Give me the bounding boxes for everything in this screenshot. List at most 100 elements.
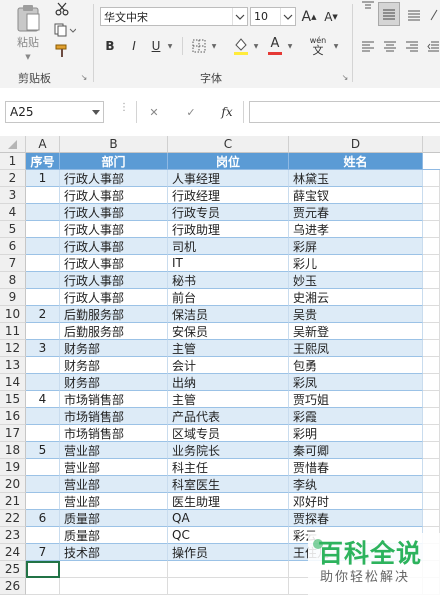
- row-header[interactable]: 25: [0, 561, 26, 578]
- row-header[interactable]: 20: [0, 476, 26, 493]
- shrink-font-button[interactable]: A ▼: [322, 7, 340, 26]
- cell[interactable]: [423, 510, 440, 527]
- font-color-icon[interactable]: A: [266, 35, 284, 57]
- cell[interactable]: 后勤服务部: [60, 306, 168, 323]
- cell[interactable]: 部门: [60, 153, 168, 170]
- cell[interactable]: QC: [168, 527, 289, 544]
- cell[interactable]: [26, 408, 60, 425]
- row-header[interactable]: 12: [0, 340, 26, 357]
- cell[interactable]: 业务院长: [168, 442, 289, 459]
- row-header[interactable]: 26: [0, 578, 26, 595]
- cell[interactable]: 薛宝钗: [289, 187, 423, 204]
- phonetic-guide-button[interactable]: wén 文: [306, 35, 330, 57]
- cell[interactable]: 行政人事部: [60, 289, 168, 306]
- cell[interactable]: 行政人事部: [60, 221, 168, 238]
- cell[interactable]: 包勇: [289, 357, 423, 374]
- align-left-icon[interactable]: [358, 37, 378, 55]
- italic-button[interactable]: I: [126, 37, 142, 55]
- copy-icon[interactable]: [52, 21, 78, 39]
- cell[interactable]: 区域专员: [168, 425, 289, 442]
- row-header[interactable]: 4: [0, 204, 26, 221]
- format-painter-icon[interactable]: [52, 42, 72, 60]
- cut-icon[interactable]: [52, 0, 72, 18]
- cell[interactable]: 秦可卿: [289, 442, 423, 459]
- cell[interactable]: 贾惜春: [289, 459, 423, 476]
- cell[interactable]: 彩凤: [289, 374, 423, 391]
- name-box[interactable]: A25: [5, 101, 104, 123]
- row-header[interactable]: 15: [0, 391, 26, 408]
- font-size-dropdown[interactable]: 10: [250, 7, 296, 26]
- cell[interactable]: [26, 323, 60, 340]
- cell[interactable]: 营业部: [60, 476, 168, 493]
- bold-button[interactable]: B: [102, 37, 118, 55]
- paste-dropdown-icon[interactable]: ▼: [22, 53, 34, 61]
- cell[interactable]: [26, 476, 60, 493]
- cell[interactable]: [60, 561, 168, 578]
- cell[interactable]: [423, 476, 440, 493]
- cell[interactable]: [26, 493, 60, 510]
- underline-button[interactable]: U: [148, 37, 164, 55]
- cell[interactable]: [26, 425, 60, 442]
- cell[interactable]: [423, 221, 440, 238]
- cell[interactable]: 彩儿: [289, 255, 423, 272]
- borders-icon[interactable]: [190, 37, 208, 55]
- align-bottom-icon[interactable]: [404, 6, 424, 24]
- cell[interactable]: 1: [26, 170, 60, 187]
- cell[interactable]: 会计: [168, 357, 289, 374]
- cell[interactable]: 营业部: [60, 442, 168, 459]
- cell[interactable]: 彩屏: [289, 238, 423, 255]
- cell[interactable]: [423, 357, 440, 374]
- row-header[interactable]: 5: [0, 221, 26, 238]
- align-middle-icon[interactable]: [378, 2, 400, 26]
- align-right-icon[interactable]: [402, 37, 422, 55]
- cell[interactable]: 市场销售部: [60, 408, 168, 425]
- row-header[interactable]: 10: [0, 306, 26, 323]
- clipboard-launcher-icon[interactable]: ↘: [79, 72, 89, 82]
- row-header[interactable]: 19: [0, 459, 26, 476]
- fill-color-dropdown-icon[interactable]: ▼: [252, 42, 260, 50]
- cell[interactable]: [26, 272, 60, 289]
- cell[interactable]: 营业部: [60, 493, 168, 510]
- column-header-a[interactable]: A: [26, 136, 60, 153]
- cell[interactable]: [26, 357, 60, 374]
- cell[interactable]: [423, 425, 440, 442]
- cell[interactable]: [423, 204, 440, 221]
- cell[interactable]: [423, 391, 440, 408]
- cell[interactable]: 主管: [168, 391, 289, 408]
- cell[interactable]: 妙玉: [289, 272, 423, 289]
- cell[interactable]: 财务部: [60, 374, 168, 391]
- row-header[interactable]: 2: [0, 170, 26, 187]
- cell[interactable]: 保洁员: [168, 306, 289, 323]
- row-header[interactable]: 23: [0, 527, 26, 544]
- cell[interactable]: 邓好时: [289, 493, 423, 510]
- borders-dropdown-icon[interactable]: ▼: [210, 42, 218, 50]
- cell[interactable]: 行政专员: [168, 204, 289, 221]
- cell[interactable]: [423, 238, 440, 255]
- cell[interactable]: [26, 578, 60, 595]
- cell[interactable]: 出纳: [168, 374, 289, 391]
- font-launcher-icon[interactable]: ↘: [340, 72, 350, 82]
- row-header[interactable]: 14: [0, 374, 26, 391]
- row-header[interactable]: 22: [0, 510, 26, 527]
- cell[interactable]: [26, 221, 60, 238]
- cell[interactable]: 后勤服务部: [60, 323, 168, 340]
- cell[interactable]: 行政助理: [168, 221, 289, 238]
- cell[interactable]: 人事经理: [168, 170, 289, 187]
- row-header[interactable]: 16: [0, 408, 26, 425]
- cell[interactable]: 彩霞: [289, 408, 423, 425]
- cell[interactable]: 4: [26, 391, 60, 408]
- cell[interactable]: [26, 374, 60, 391]
- font-name-dropdown[interactable]: 华文中宋: [100, 7, 248, 26]
- cell[interactable]: [423, 340, 440, 357]
- row-header[interactable]: 3: [0, 187, 26, 204]
- row-header[interactable]: 7: [0, 255, 26, 272]
- cell[interactable]: 6: [26, 510, 60, 527]
- decrease-indent-icon[interactable]: [426, 37, 440, 55]
- formula-input[interactable]: [249, 101, 440, 123]
- column-header-d[interactable]: D: [289, 136, 423, 153]
- cell[interactable]: 医生助理: [168, 493, 289, 510]
- cell[interactable]: 质量部: [60, 510, 168, 527]
- fill-color-icon[interactable]: [232, 35, 250, 57]
- cell[interactable]: 产品代表: [168, 408, 289, 425]
- cell[interactable]: 行政人事部: [60, 170, 168, 187]
